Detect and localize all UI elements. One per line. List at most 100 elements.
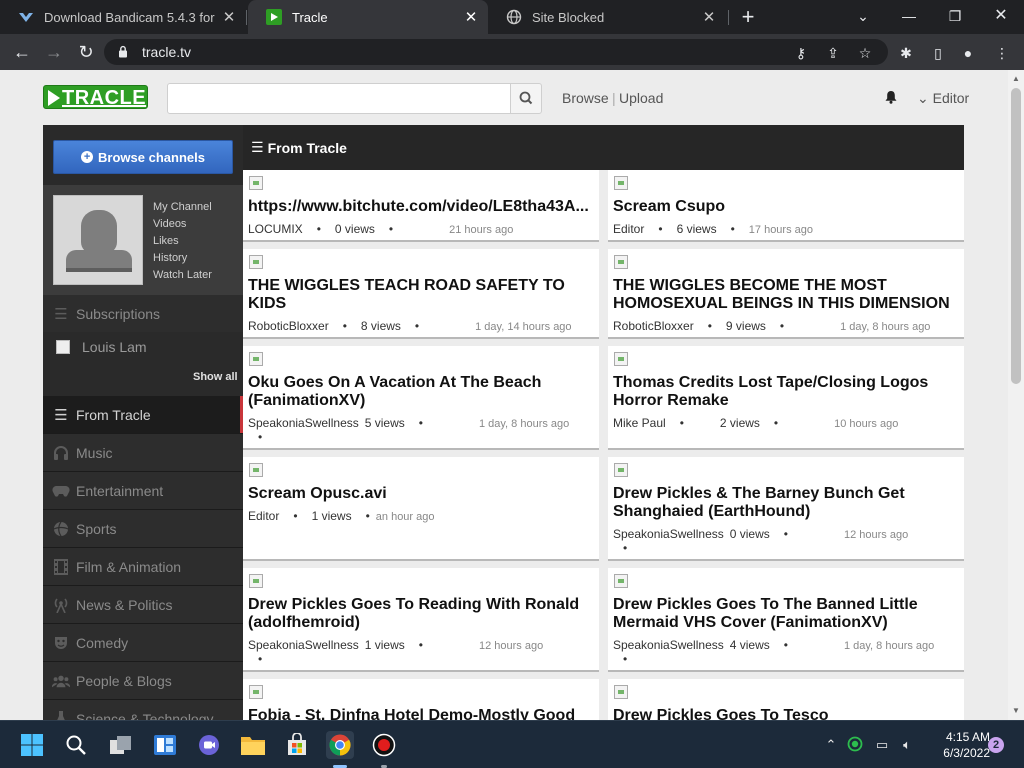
scrollbar-thumb[interactable] (1011, 88, 1021, 384)
video-title[interactable]: THE WIGGLES BECOME THE MOST HOMOSEXUAL B… (613, 277, 959, 313)
watch-later-link[interactable]: Watch Later (153, 267, 212, 284)
video-card[interactable]: Drew Pickles & The Barney Bunch Get Shan… (608, 457, 964, 561)
sidebar-item-science-technology[interactable]: Science & Technology (43, 700, 243, 720)
widgets-icon[interactable] (151, 731, 179, 759)
history-link[interactable]: History (153, 250, 212, 267)
video-title[interactable]: Drew Pickles Goes To The Banned Little M… (613, 596, 959, 632)
network-icon[interactable]: ▭ (873, 736, 891, 754)
browse-link[interactable]: Browse (562, 90, 609, 106)
thumbnail-image[interactable] (614, 574, 628, 588)
thumbnail-image[interactable] (614, 352, 628, 366)
thumbnail-image[interactable] (249, 463, 263, 477)
extensions-puzzle-icon[interactable]: ✱ (896, 43, 916, 63)
video-author[interactable]: LOCUMIX (248, 222, 303, 236)
page-scrollbar[interactable]: ▲ ▼ (1008, 70, 1024, 720)
chrome-icon[interactable] (326, 731, 354, 759)
profile-icon[interactable]: ● (958, 43, 978, 63)
close-tab-icon[interactable]: ✕ (218, 8, 240, 26)
video-title[interactable]: https://www.bitchute.com/video/LE8tha43A… (248, 198, 594, 216)
task-view-icon[interactable] (107, 731, 135, 759)
menu-kebab-icon[interactable]: ⋮ (992, 43, 1012, 63)
sidebar-item-people-blogs[interactable]: People & Blogs (43, 662, 243, 699)
status-circle-icon[interactable] (846, 736, 864, 754)
video-author[interactable]: SpeakoniaSwellness (613, 638, 724, 652)
thumbnail-image[interactable] (249, 176, 263, 190)
search-icon[interactable] (62, 731, 90, 759)
reload-button[interactable]: ↻ (74, 40, 98, 64)
tab-bandicam[interactable]: Download Bandicam 5.4.3 for Wi ✕ (0, 0, 246, 34)
video-title[interactable]: Scream Opusc.avi (248, 485, 594, 503)
video-author[interactable]: Editor (248, 509, 279, 523)
my-channel-link[interactable]: My Channel (153, 199, 212, 216)
user-menu[interactable]: ⌄ Editor (917, 90, 969, 107)
thumbnail-image[interactable] (614, 255, 628, 269)
video-card[interactable]: Thomas Credits Lost Tape/Closing Logos H… (608, 346, 964, 450)
thumbnail-image[interactable] (614, 685, 628, 699)
close-tab-icon[interactable]: ✕ (460, 8, 482, 26)
video-title[interactable]: Scream Csupo (613, 198, 959, 216)
video-author[interactable]: RoboticBloxxer (613, 319, 694, 333)
thumbnail-image[interactable] (249, 685, 263, 699)
restore-button[interactable]: ❐ (932, 0, 978, 34)
sidebar-item-from-tracle[interactable]: ☰ From Tracle (43, 396, 243, 433)
video-author[interactable]: SpeakoniaSwellness (248, 638, 359, 652)
bandicam-record-icon[interactable] (370, 731, 398, 759)
bookmark-star-icon[interactable]: ☆ (856, 44, 874, 62)
video-author[interactable]: Mike Paul (613, 416, 666, 430)
sidebar-item-music[interactable]: Music (43, 434, 243, 471)
video-title[interactable]: Drew Pickles Goes To Tesco (613, 707, 959, 720)
thumbnail-image[interactable] (249, 255, 263, 269)
sidebar-item-news-politics[interactable]: News & Politics (43, 586, 243, 623)
video-title[interactable]: Drew Pickles & The Barney Bunch Get Shan… (613, 485, 959, 521)
scroll-up-arrow-icon[interactable]: ▲ (1012, 74, 1020, 83)
video-card[interactable]: https://www.bitchute.com/video/LE8tha43A… (243, 170, 599, 242)
sidebar-item-comedy[interactable]: Comedy (43, 624, 243, 661)
likes-link[interactable]: Likes (153, 233, 212, 250)
thumbnail-image[interactable] (614, 463, 628, 477)
store-icon[interactable] (283, 731, 311, 759)
new-tab-button[interactable]: + (736, 4, 760, 30)
browse-channels-button[interactable]: + Browse channels (53, 140, 233, 174)
address-bar[interactable]: tracle.tv ⚷ ⇪ ☆ (104, 39, 888, 65)
video-title[interactable]: Oku Goes On A Vacation At The Beach (Fan… (248, 374, 594, 410)
close-window-button[interactable]: ✕ (978, 0, 1024, 34)
scroll-down-arrow-icon[interactable]: ▼ (1012, 706, 1020, 715)
share-icon[interactable]: ⇪ (824, 44, 842, 62)
volume-icon[interactable]: 🔈︎ (898, 736, 916, 754)
thumbnail-image[interactable] (249, 574, 263, 588)
search-input[interactable] (167, 83, 511, 114)
tracle-logo[interactable]: TRACLE (43, 85, 148, 109)
video-card[interactable]: Drew Pickles Goes To Tesco (608, 679, 964, 720)
thumbnail-image[interactable] (249, 352, 263, 366)
windows-start-icon[interactable] (18, 731, 46, 759)
video-card[interactable]: Drew Pickles Goes To The Banned Little M… (608, 568, 964, 672)
video-author[interactable]: SpeakoniaSwellness (613, 527, 724, 541)
system-clock[interactable]: 4:15 AM 6/3/2022 (926, 729, 990, 761)
close-tab-icon[interactable]: ✕ (698, 8, 720, 26)
tab-search-chevron-icon[interactable]: ⌄ (840, 0, 886, 34)
video-card[interactable]: Scream Opusc.avi Editor • 1 views • an hour … (243, 457, 599, 561)
key-icon[interactable]: ⚷ (792, 44, 810, 62)
search-button[interactable] (510, 83, 542, 114)
show-all-link[interactable]: Show all (193, 371, 238, 383)
sidebar-item-subscriptions[interactable]: ☰ Subscriptions (43, 295, 243, 332)
bell-icon[interactable] (884, 90, 898, 104)
forward-button[interactable]: → (42, 40, 66, 64)
video-author[interactable]: SpeakoniaSwellness (248, 416, 359, 430)
sidebar-item-film-animation[interactable]: Film & Animation (43, 548, 243, 585)
file-explorer-icon[interactable] (239, 731, 267, 759)
chat-icon[interactable] (195, 731, 223, 759)
video-title[interactable]: Fobia - St. Dinfna Hotel Demo-Mostly Goo… (248, 707, 594, 720)
sidebar-item-sports[interactable]: Sports (43, 510, 243, 547)
video-card[interactable]: Fobia - St. Dinfna Hotel Demo-Mostly Goo… (243, 679, 599, 720)
video-card[interactable]: Scream Csupo Editor • 6 views • 17 hours ago (608, 170, 964, 242)
avatar[interactable] (53, 195, 143, 285)
side-panel-icon[interactable]: ▯ (928, 43, 948, 63)
tab-tracle[interactable]: Tracle ✕ (248, 0, 488, 34)
video-author[interactable]: Editor (613, 222, 644, 236)
video-card[interactable]: Drew Pickles Goes To Reading With Ronald… (243, 568, 599, 672)
video-card[interactable]: THE WIGGLES BECOME THE MOST HOMOSEXUAL B… (608, 249, 964, 339)
minimize-button[interactable]: — (886, 0, 932, 34)
back-button[interactable]: ← (10, 40, 34, 64)
video-title[interactable]: Drew Pickles Goes To Reading With Ronald… (248, 596, 594, 632)
